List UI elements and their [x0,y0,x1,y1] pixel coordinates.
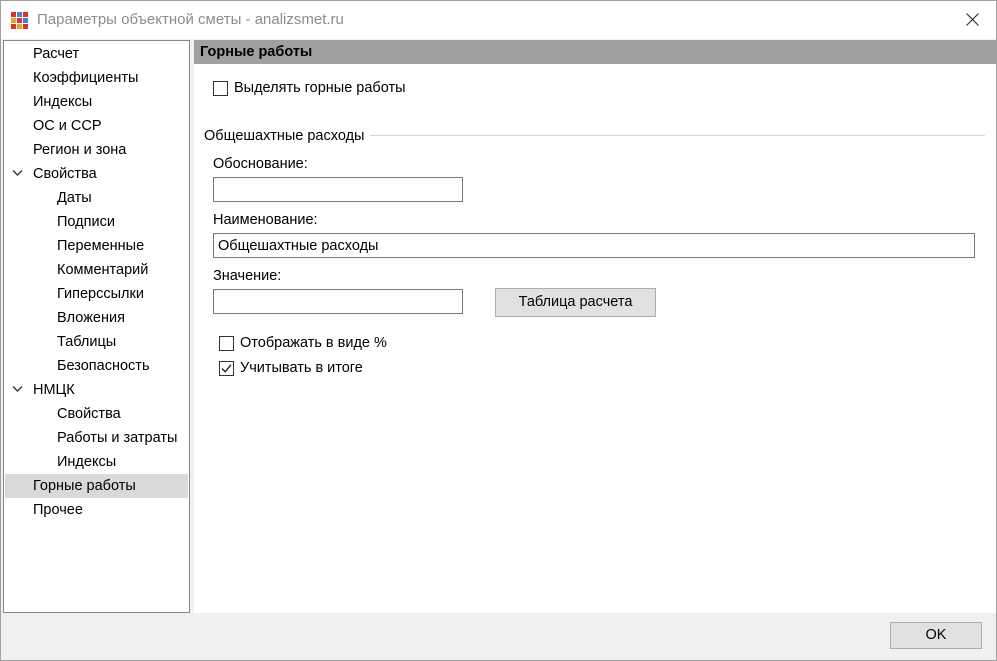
ok-button[interactable]: OK [890,622,982,649]
tree-item-label: Гиперссылки [57,286,144,302]
tree-item[interactable]: Переменные [5,234,188,258]
value-input[interactable] [213,289,463,314]
include-total-checkbox[interactable] [219,361,234,376]
tree-item[interactable]: Таблицы [5,330,188,354]
tree-item[interactable]: Безопасность [5,354,188,378]
settings-window: Параметры объектной сметы - analizsmet.r… [0,0,997,661]
tree-item[interactable]: Вложения [5,306,188,330]
tree-item[interactable]: Подписи [5,210,188,234]
tree-item-label: Индексы [33,94,93,110]
tree-item[interactable]: Индексы [5,90,188,114]
tree-item-label: Расчет [33,46,80,62]
tree-item[interactable]: Даты [5,186,188,210]
tree-item[interactable]: Гиперссылки [5,282,188,306]
tree-item-label: Таблицы [57,334,117,350]
tree-item[interactable]: Коэффициенты [5,66,188,90]
value-label: Значение: [213,268,282,284]
checkmark-icon [221,364,232,373]
group-title: Общешахтные расходы [204,128,365,144]
tree-item-label: Свойства [33,166,97,182]
window-title: Параметры объектной сметы - analizsmet.r… [37,11,344,28]
chevron-down-icon[interactable] [12,169,23,177]
tree-item[interactable]: Работы и затраты [5,426,188,450]
show-percent-checkbox[interactable] [219,336,234,351]
settings-panel: Горные работы Выделять горные работы Общ… [194,40,996,613]
justification-input[interactable] [213,177,463,202]
tree-item-label: Индексы [57,454,117,470]
tree-item[interactable]: Прочее [5,498,188,522]
tree-item[interactable]: Свойства [5,162,188,186]
highlight-mining-checkbox[interactable] [213,81,228,96]
calc-table-button[interactable]: Таблица расчета [495,288,656,317]
app-logo-icon [11,12,28,29]
name-input[interactable] [213,233,975,258]
tree-item[interactable]: Свойства [5,402,188,426]
dialog-footer: OK [1,613,996,660]
tree-item-label: ОС и ССР [33,118,102,134]
tree-item-label: НМЦК [33,382,75,398]
show-percent-label[interactable]: Отображать в виде % [240,335,387,351]
tree-item-label: Горные работы [33,478,136,494]
group-divider [370,135,985,136]
tree-item-label: Безопасность [57,358,150,374]
tree-item-label: Коэффициенты [33,70,139,86]
tree-item[interactable]: Регион и зона [5,138,188,162]
close-button[interactable] [950,1,996,39]
title-bar: Параметры объектной сметы - analizsmet.r… [1,1,996,39]
tree-item-label: Свойства [57,406,121,422]
tree-item-label: Комментарий [57,262,149,278]
tree-item-label: Работы и затраты [57,430,178,446]
name-label: Наименование: [213,212,318,228]
tree-item-label: Прочее [33,502,83,518]
tree-item[interactable]: ОС и ССР [5,114,188,138]
tree-item-label: Подписи [57,214,115,230]
chevron-down-icon[interactable] [12,385,23,393]
tree-item-label: Переменные [57,238,145,254]
panel-header: Горные работы [194,40,996,64]
tree-item[interactable]: НМЦК [5,378,188,402]
tree-item[interactable]: Индексы [5,450,188,474]
highlight-mining-label[interactable]: Выделять горные работы [234,80,406,96]
tree-item[interactable]: Горные работы [5,474,188,498]
justification-label: Обоснование: [213,156,308,172]
include-total-label[interactable]: Учитывать в итоге [240,360,363,376]
close-icon [966,13,979,26]
settings-tree[interactable]: Расчет Коэффициенты Индексы ОС и ССР Регион … [3,40,190,613]
tree-item[interactable]: Расчет [5,42,188,66]
tree-item-label: Регион и зона [33,142,127,158]
tree-item-label: Вложения [57,310,125,326]
tree-item[interactable]: Комментарий [5,258,188,282]
tree-item-label: Даты [57,190,92,206]
